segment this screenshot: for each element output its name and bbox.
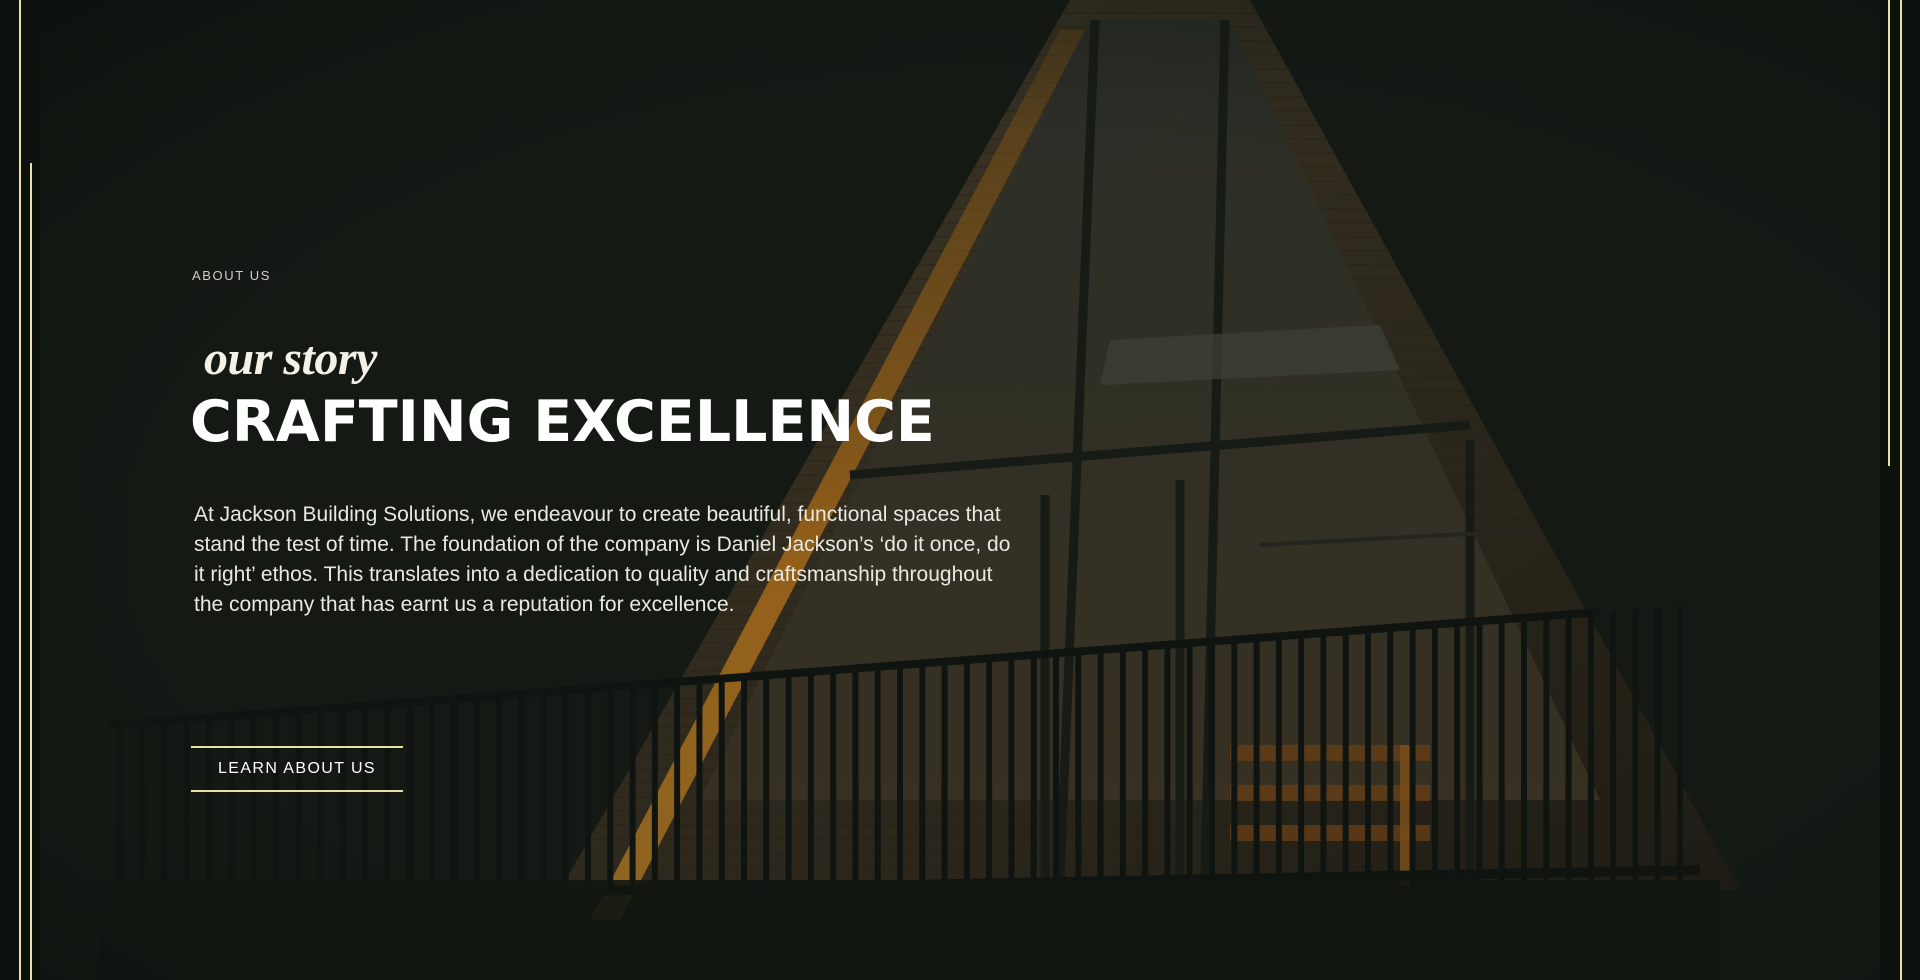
left-border-line — [19, 0, 21, 980]
learn-about-us-button[interactable]: LEARN ABOUT US — [191, 746, 403, 792]
about-description: At Jackson Building Solutions, we endeav… — [194, 502, 1011, 616]
section-eyebrow: ABOUT US — [192, 268, 272, 283]
right-border-line — [1900, 0, 1902, 980]
right-inner-border-line — [1888, 0, 1890, 466]
about-section: ABOUT US our story CRAFTING EXCELLENCE A… — [0, 0, 1920, 980]
about-content: ABOUT US our story CRAFTING EXCELLENCE A… — [190, 268, 1092, 620]
script-title: our story — [204, 332, 377, 385]
left-inner-border-line — [30, 163, 32, 980]
page-title: CRAFTING EXCELLENCE — [190, 389, 935, 455]
